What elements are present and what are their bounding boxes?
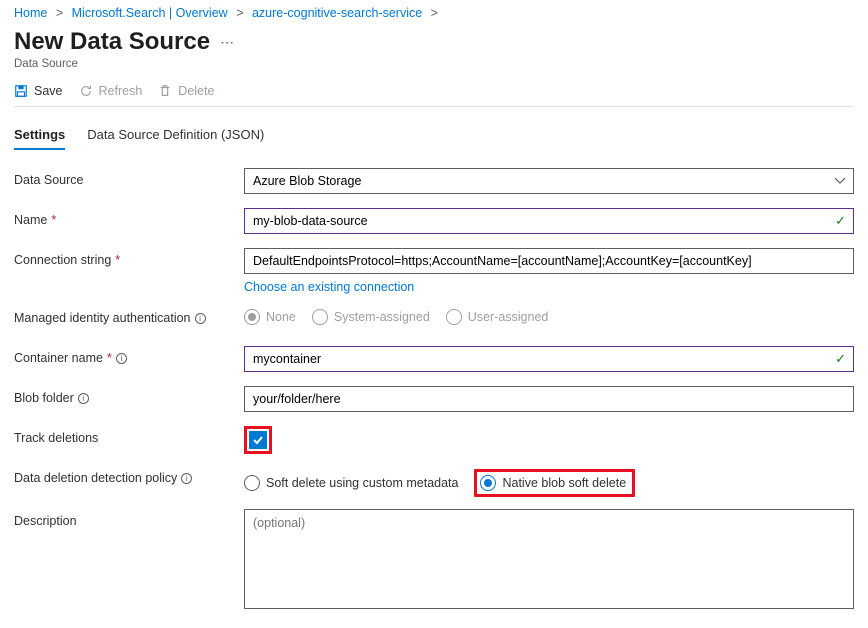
connection-string-input[interactable] — [244, 248, 854, 274]
label-description: Description — [14, 514, 77, 528]
save-label: Save — [34, 84, 63, 98]
page-title: New Data Source — [14, 28, 210, 56]
radio-soft-delete-metadata[interactable]: Soft delete using custom metadata — [244, 475, 458, 491]
refresh-label: Refresh — [99, 84, 143, 98]
label-connection: Connection string — [14, 253, 111, 267]
label-track-deletions: Track deletions — [14, 431, 98, 445]
checkmark-icon: ✓ — [835, 213, 846, 229]
chevron-right-icon: > — [431, 6, 438, 20]
label-blob-folder: Blob folder — [14, 391, 74, 405]
checkmark-icon: ✓ — [835, 351, 846, 367]
radio-identity-user[interactable]: User-assigned — [446, 309, 549, 325]
breadcrumb-home[interactable]: Home — [14, 6, 47, 20]
breadcrumb: Home > Microsoft.Search | Overview > azu… — [14, 4, 854, 28]
info-icon[interactable]: i — [78, 393, 89, 404]
container-name-input[interactable] — [244, 346, 854, 372]
required-marker: * — [51, 213, 56, 227]
tab-settings[interactable]: Settings — [14, 127, 65, 150]
label-identity: Managed identity authentication — [14, 311, 191, 325]
choose-connection-link[interactable]: Choose an existing connection — [244, 280, 414, 294]
label-data-source: Data Source — [14, 173, 83, 187]
more-icon[interactable]: ⋯ — [220, 35, 234, 49]
track-deletions-checkbox[interactable] — [249, 431, 267, 449]
blob-folder-input[interactable] — [244, 386, 854, 412]
radio-identity-none[interactable]: None — [244, 309, 296, 325]
highlight-box — [244, 426, 272, 454]
highlight-box: Native blob soft delete — [474, 469, 635, 497]
save-button[interactable]: Save — [14, 84, 63, 98]
chevron-right-icon: > — [56, 6, 63, 20]
save-icon — [14, 84, 28, 98]
refresh-icon — [79, 84, 93, 98]
delete-button[interactable]: Delete — [158, 84, 214, 98]
info-icon[interactable]: i — [116, 353, 127, 364]
info-icon[interactable]: i — [195, 313, 206, 324]
description-textarea[interactable] — [244, 509, 854, 609]
radio-identity-system[interactable]: System-assigned — [312, 309, 430, 325]
breadcrumb-mssearch[interactable]: Microsoft.Search | Overview — [72, 6, 228, 20]
required-marker: * — [107, 351, 112, 365]
label-container: Container name — [14, 351, 103, 365]
required-marker: * — [115, 253, 120, 267]
data-source-select[interactable]: Azure Blob Storage — [244, 168, 854, 194]
command-bar: Save Refresh Delete — [14, 70, 854, 107]
page-subtitle: Data Source — [14, 58, 854, 70]
info-icon[interactable]: i — [181, 473, 192, 484]
name-input[interactable] — [244, 208, 854, 234]
label-deletion-policy: Data deletion detection policy — [14, 471, 177, 485]
tab-json[interactable]: Data Source Definition (JSON) — [87, 127, 264, 150]
label-name: Name — [14, 213, 47, 227]
delete-label: Delete — [178, 84, 214, 98]
refresh-button[interactable]: Refresh — [79, 84, 143, 98]
chevron-right-icon: > — [236, 6, 243, 20]
tabs: Settings Data Source Definition (JSON) — [14, 127, 854, 150]
breadcrumb-service[interactable]: azure-cognitive-search-service — [252, 6, 422, 20]
delete-icon — [158, 84, 172, 98]
radio-native-soft-delete[interactable]: Native blob soft delete — [480, 475, 626, 491]
